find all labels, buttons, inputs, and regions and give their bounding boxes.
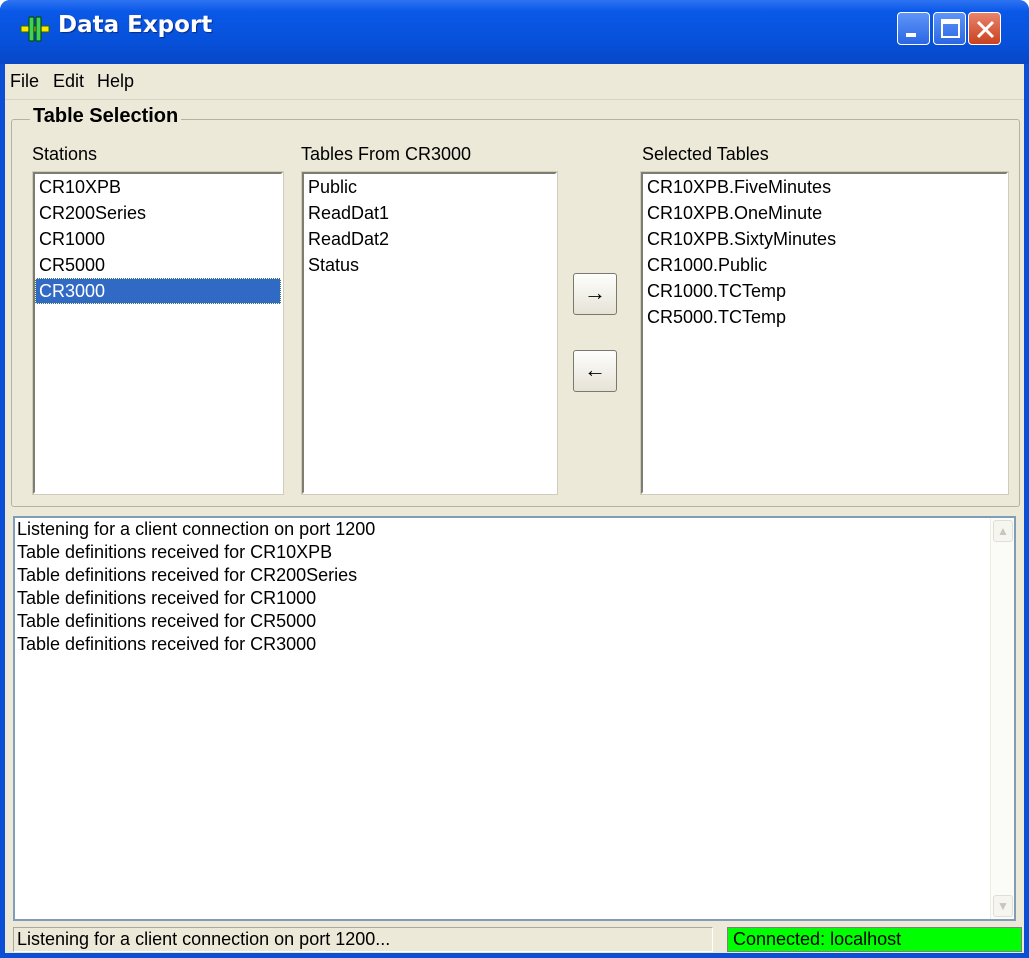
app-window: Data Export File Edit Help Table Selecti… bbox=[0, 0, 1029, 958]
status-bar: Listening for a client connection on por… bbox=[5, 924, 1024, 953]
stations-label: Stations bbox=[32, 144, 98, 164]
chevron-down-icon: ▼ bbox=[997, 899, 1009, 913]
selected-tables-label: Selected Tables bbox=[642, 144, 769, 164]
station-item[interactable]: CR5000 bbox=[35, 252, 281, 278]
selected-tables-listbox[interactable]: CR10XPB.FiveMinutes CR10XPB.OneMinute CR… bbox=[641, 172, 1008, 494]
scroll-up-button[interactable]: ▲ bbox=[993, 520, 1013, 542]
arrow-left-icon: ← bbox=[584, 357, 606, 382]
table-item[interactable]: Status bbox=[304, 252, 555, 278]
station-item[interactable]: CR200Series bbox=[35, 200, 281, 226]
maximize-button[interactable] bbox=[933, 12, 966, 45]
log-line: Table definitions received for CR3000 bbox=[17, 634, 317, 654]
client-area: File Edit Help Table Selection Stations … bbox=[5, 64, 1024, 953]
station-item[interactable]: CR1000 bbox=[35, 226, 281, 252]
title-bar[interactable]: Data Export bbox=[0, 0, 1029, 64]
selected-table-item[interactable]: CR10XPB.OneMinute bbox=[643, 200, 1006, 226]
maximize-icon bbox=[941, 19, 960, 38]
selected-table-item[interactable]: CR5000.TCTemp bbox=[643, 304, 1006, 330]
app-icon bbox=[20, 16, 50, 42]
log-scrollbar[interactable]: ▲ ▼ bbox=[990, 518, 1014, 919]
log-line: Table definitions received for CR5000 bbox=[17, 611, 317, 631]
station-item-selected[interactable]: CR3000 bbox=[35, 278, 281, 304]
menu-help[interactable]: Help bbox=[97, 71, 134, 92]
selected-table-item[interactable]: CR10XPB.SixtyMinutes bbox=[643, 226, 1006, 252]
log-line: Listening for a client connection on por… bbox=[17, 519, 376, 539]
status-message: Listening for a client connection on por… bbox=[13, 927, 713, 952]
table-item[interactable]: Public bbox=[304, 174, 555, 200]
selected-table-item[interactable]: CR1000.Public bbox=[643, 252, 1006, 278]
scroll-down-button[interactable]: ▼ bbox=[993, 895, 1013, 917]
table-item[interactable]: ReadDat1 bbox=[304, 200, 555, 226]
close-button[interactable] bbox=[968, 12, 1001, 45]
station-item[interactable]: CR10XPB bbox=[35, 174, 281, 200]
remove-table-button[interactable]: ← bbox=[573, 350, 617, 392]
log-line: Table definitions received for CR200Seri… bbox=[17, 565, 358, 585]
menu-bar: File Edit Help bbox=[5, 64, 1024, 100]
tables-label: Tables From CR3000 bbox=[301, 144, 472, 164]
minimize-button[interactable] bbox=[897, 12, 930, 45]
log-line: Table definitions received for CR1000 bbox=[17, 588, 317, 608]
window-title: Data Export bbox=[58, 12, 213, 38]
menu-edit[interactable]: Edit bbox=[53, 71, 84, 92]
stations-listbox[interactable]: CR10XPB CR200Series CR1000 CR5000 CR3000 bbox=[33, 172, 283, 494]
table-item[interactable]: ReadDat2 bbox=[304, 226, 555, 252]
close-icon bbox=[976, 20, 995, 39]
selected-table-item[interactable]: CR1000.TCTemp bbox=[643, 278, 1006, 304]
menu-file[interactable]: File bbox=[10, 71, 39, 92]
connection-status: Connected: localhost bbox=[727, 927, 1022, 952]
minimize-icon bbox=[906, 33, 916, 37]
chevron-up-icon: ▲ bbox=[997, 524, 1009, 538]
group-title: Table Selection bbox=[30, 105, 182, 128]
add-table-button[interactable]: → bbox=[573, 273, 617, 315]
arrow-right-icon: → bbox=[584, 280, 606, 305]
log-textarea[interactable]: Listening for a client connection on por… bbox=[13, 516, 1016, 921]
selected-table-item[interactable]: CR10XPB.FiveMinutes bbox=[643, 174, 1006, 200]
log-line: Table definitions received for CR10XPB bbox=[17, 542, 333, 562]
tables-listbox[interactable]: Public ReadDat1 ReadDat2 Status bbox=[302, 172, 557, 494]
